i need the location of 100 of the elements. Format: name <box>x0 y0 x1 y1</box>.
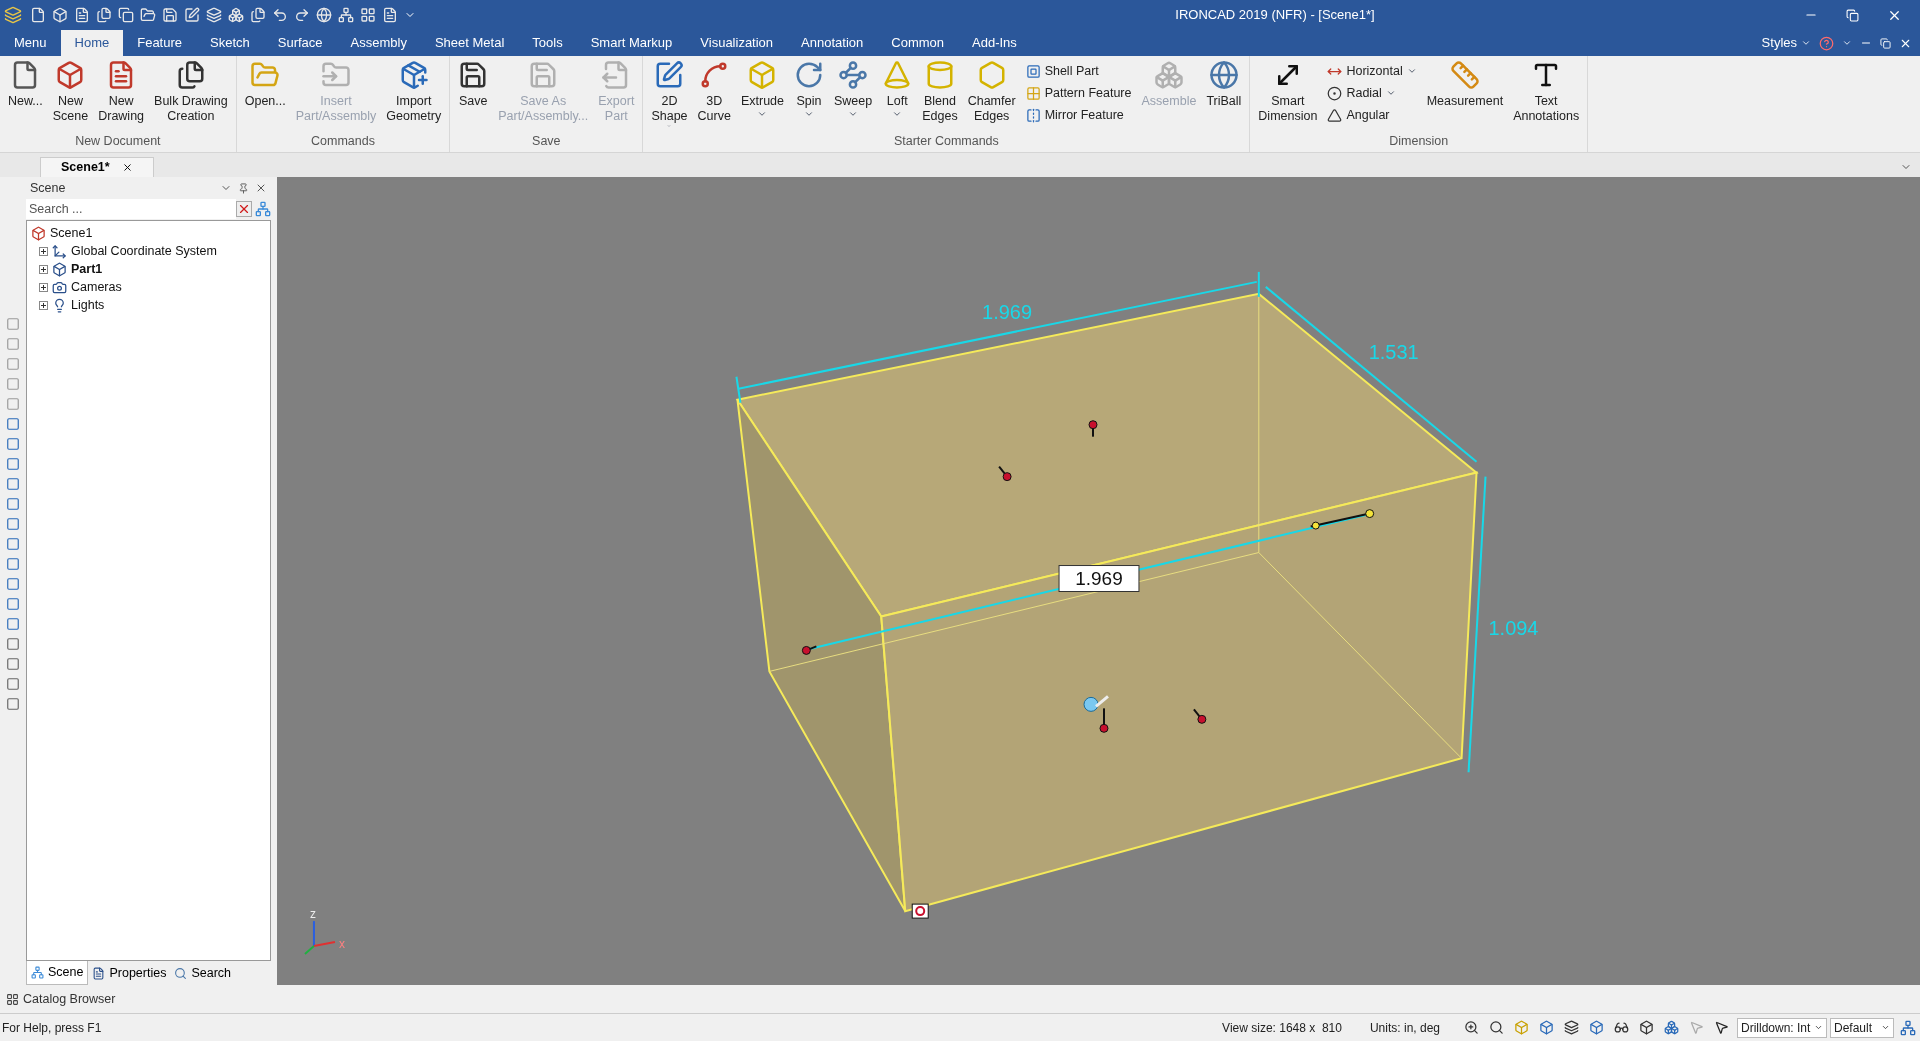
tree-filter-icon[interactable] <box>255 201 271 217</box>
catalog-browser-button[interactable]: Catalog Browser <box>6 989 116 1009</box>
style-dropdown[interactable]: Default <box>1830 1017 1894 1038</box>
handle-marker[interactable] <box>1099 707 1109 733</box>
cube-icon[interactable] <box>1539 1020 1554 1035</box>
dimension-label[interactable]: 1.969 <box>1058 565 1140 592</box>
ribbon-button[interactable]: New... <box>4 56 47 128</box>
quick-access-icon[interactable] <box>96 7 112 23</box>
tree-item[interactable]: Global Coordinate System <box>29 242 270 260</box>
zoom-icon[interactable] <box>1464 1020 1479 1035</box>
menu-tab[interactable]: Common <box>877 30 958 56</box>
toolbar-icon[interactable] <box>6 597 20 611</box>
ribbon-button[interactable]: Blend Edges <box>918 56 962 128</box>
quick-access-icon[interactable] <box>382 7 398 23</box>
toolbar-icon[interactable] <box>6 577 20 591</box>
toolbar-icon[interactable] <box>6 697 20 711</box>
expand-icon[interactable] <box>39 246 48 256</box>
handle-marker[interactable] <box>1192 708 1207 724</box>
ribbon-button[interactable]: New Scene <box>48 56 93 128</box>
menu-tab[interactable]: Sketch <box>196 30 264 56</box>
ribbon-small-button[interactable]: Radial <box>1323 82 1421 104</box>
toolbar-icon[interactable] <box>6 497 20 511</box>
ribbon-button[interactable]: 2D Shape <box>647 56 692 128</box>
tree-item[interactable]: Scene1 <box>29 224 270 242</box>
pointer-icon[interactable] <box>1714 1020 1729 1035</box>
menu-tab[interactable]: Add-Ins <box>958 30 1031 56</box>
cube-icon[interactable] <box>1639 1020 1654 1035</box>
menu-tab[interactable]: Visualization <box>686 30 788 56</box>
ribbon-button[interactable]: Bulk Drawing Creation <box>150 56 232 128</box>
toolbar-icon[interactable] <box>6 417 20 431</box>
quick-access-icon[interactable] <box>316 7 332 23</box>
panel-tab[interactable]: Search <box>170 961 236 985</box>
menu-tab[interactable]: Sheet Metal <box>420 30 519 56</box>
toolbar-icon[interactable] <box>6 637 20 651</box>
toolbar-icon[interactable] <box>6 517 20 531</box>
ribbon-button[interactable]: Save <box>454 56 493 128</box>
dimension-line[interactable] <box>1467 475 1487 774</box>
handle-marker[interactable] <box>801 645 818 655</box>
menu-tab[interactable]: Home <box>60 30 124 56</box>
anchor-icon[interactable] <box>1083 695 1109 712</box>
menu-tab[interactable]: Tools <box>518 30 577 56</box>
quick-access-icon[interactable] <box>30 7 46 23</box>
quick-access-icon[interactable] <box>140 7 156 23</box>
toolbar-icon[interactable] <box>6 677 20 691</box>
ribbon-button[interactable]: New Drawing <box>94 56 149 128</box>
quick-access-icon[interactable] <box>338 7 354 23</box>
quick-access-icon[interactable] <box>228 7 244 23</box>
ribbon-small-button[interactable]: Mirror Feature <box>1021 104 1136 126</box>
search-field[interactable]: Search ... <box>26 199 236 219</box>
restore-icon[interactable] <box>1880 37 1891 49</box>
ribbon-button[interactable]: Text Annotations <box>1509 56 1584 128</box>
ribbon-button[interactable]: 3D Curve <box>693 56 735 128</box>
quick-access-icon[interactable] <box>272 7 288 23</box>
cube-icon[interactable] <box>1589 1020 1604 1035</box>
quick-access-icon[interactable] <box>52 7 68 23</box>
styles-menu[interactable]: Styles <box>1761 33 1811 53</box>
expand-icon[interactable] <box>39 282 48 292</box>
expand-icon[interactable] <box>39 264 48 274</box>
ribbon-button[interactable]: Extrude <box>736 56 788 128</box>
caret-icon[interactable] <box>1842 38 1852 48</box>
tree-item[interactable]: Cameras <box>29 278 270 296</box>
ribbon-small-button[interactable]: Pattern Feature <box>1021 82 1136 104</box>
handle-marker[interactable] <box>998 465 1012 482</box>
quick-access-icon[interactable] <box>360 7 376 23</box>
menu-tab[interactable]: Annotation <box>787 30 878 56</box>
ribbon-small-button[interactable]: Horizontal <box>1323 60 1421 82</box>
close-icon[interactable] <box>255 182 267 194</box>
document-tab[interactable]: Scene1* <box>40 157 154 177</box>
ribbon-button[interactable]: Import Geometry <box>382 56 446 128</box>
menu-tab[interactable]: Menu <box>0 30 61 56</box>
blocks-icon[interactable] <box>1664 1020 1679 1035</box>
quick-access-icon[interactable] <box>294 7 310 23</box>
hierarchy-icon[interactable] <box>1900 1019 1916 1036</box>
panel-tab[interactable]: Properties <box>88 961 171 985</box>
ribbon-small-button[interactable]: Angular <box>1323 104 1421 126</box>
toolbar-icon[interactable] <box>6 537 20 551</box>
toolbar-icon[interactable] <box>6 477 20 491</box>
ribbon-button[interactable]: Loft <box>878 56 917 128</box>
ribbon-button[interactable]: Measurement <box>1422 56 1508 128</box>
ribbon-button[interactable]: Open... <box>240 56 290 128</box>
help-icon[interactable] <box>1819 35 1834 51</box>
quick-access-icon[interactable] <box>74 7 90 23</box>
handle-marker[interactable] <box>1088 420 1098 438</box>
ribbon-button[interactable]: Spin <box>790 56 828 128</box>
zoom-icon[interactable] <box>1489 1020 1504 1035</box>
tree-item[interactable]: Lights <box>29 296 270 314</box>
menu-tab[interactable]: Smart Markup <box>576 30 687 56</box>
3d-viewport[interactable]: 1.969 1.531 1.094 1.969 z x <box>277 177 1920 985</box>
toolbar-icon[interactable] <box>6 657 20 671</box>
pin-icon[interactable] <box>238 182 249 194</box>
tree-item[interactable]: Part1 <box>29 260 270 278</box>
expand-icon[interactable] <box>39 300 48 310</box>
quick-access-icon[interactable] <box>184 7 200 23</box>
close-icon[interactable] <box>121 162 133 173</box>
menu-tab[interactable]: Feature <box>123 30 197 56</box>
menu-tab[interactable]: Assembly <box>336 30 421 56</box>
quick-access-icon[interactable] <box>250 7 266 23</box>
drilldown-dropdown[interactable]: Drilldown: Int <box>1737 1017 1827 1038</box>
ribbon-button[interactable]: Chamfer Edges <box>963 56 1020 128</box>
menu-tab[interactable]: Surface <box>263 30 337 56</box>
